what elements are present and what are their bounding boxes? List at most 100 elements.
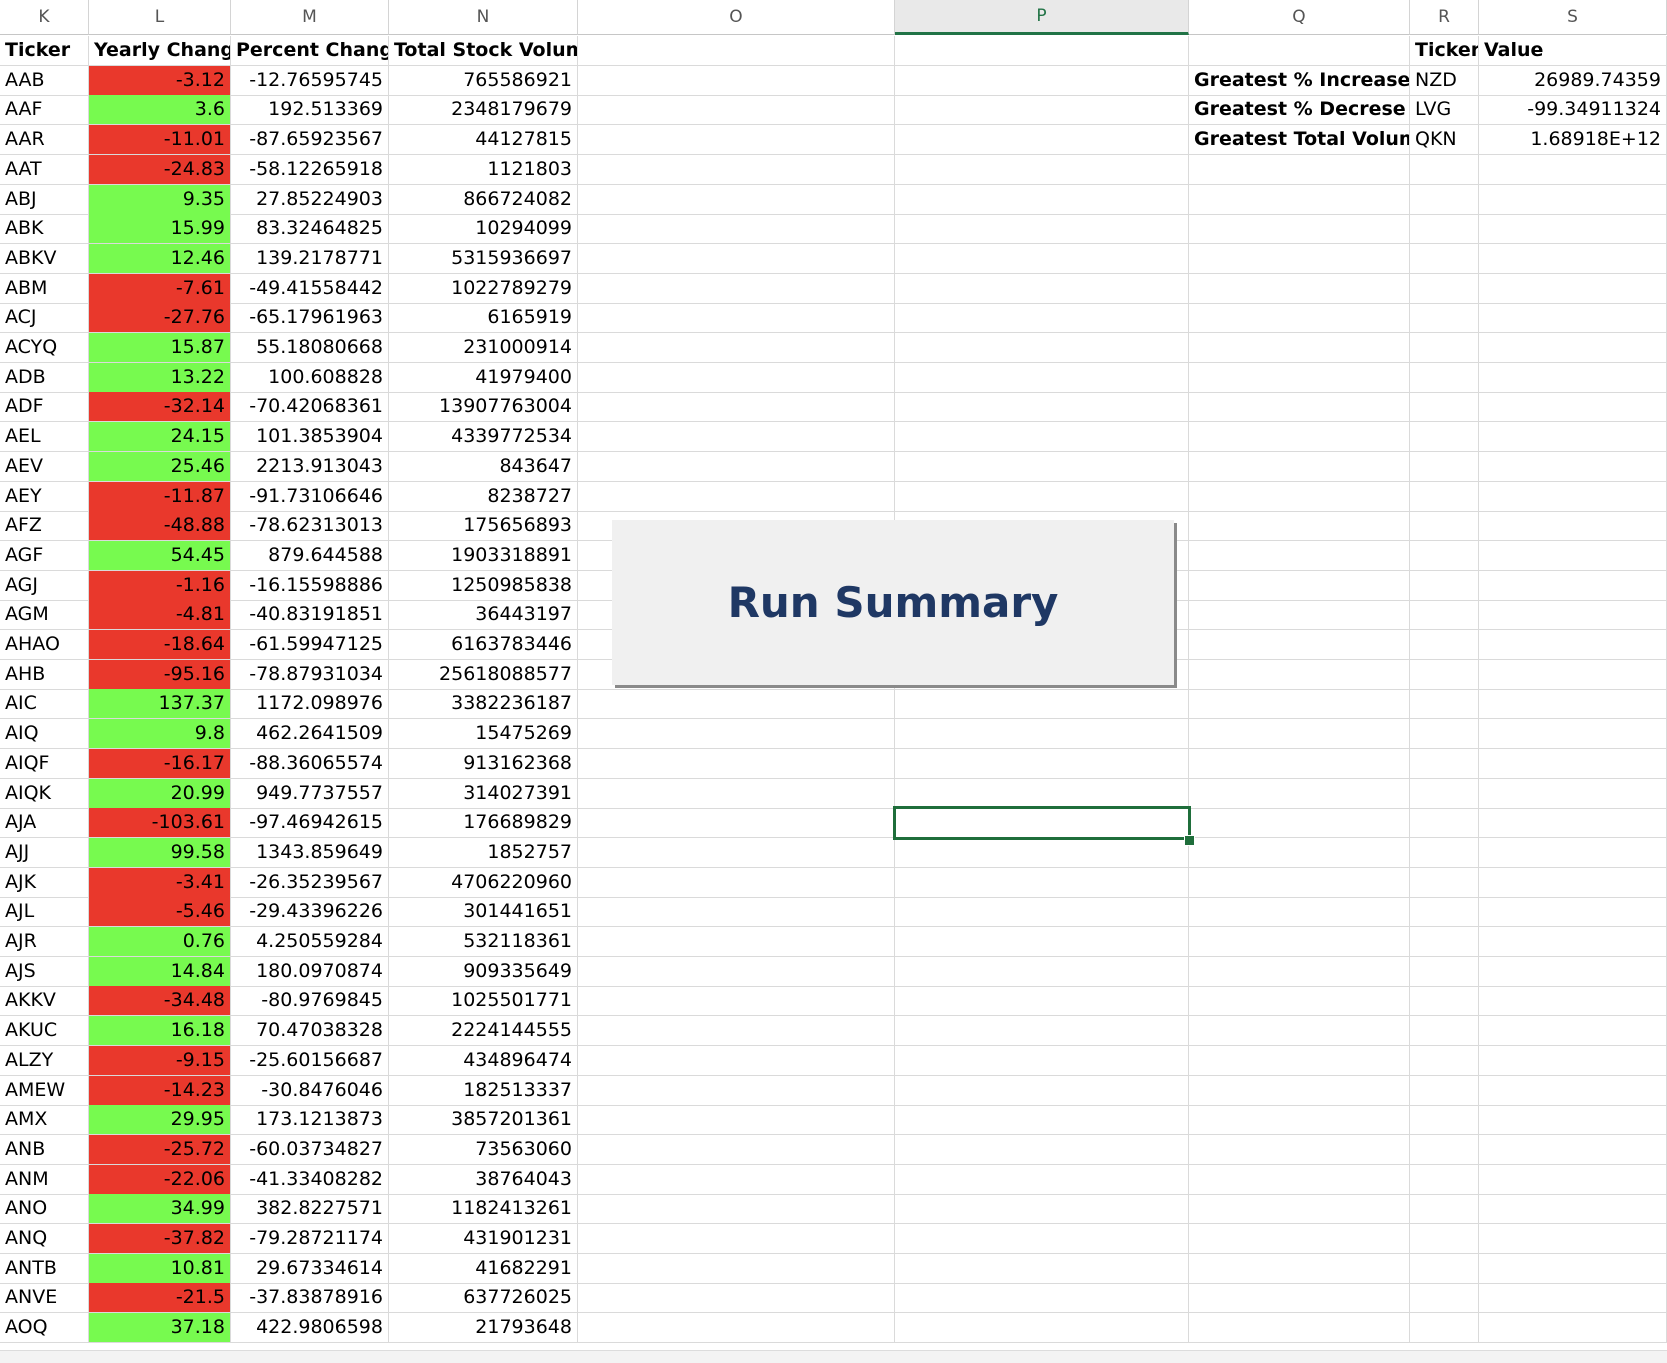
empty-cell[interactable] xyxy=(1479,1224,1667,1254)
yearly-change-cell[interactable]: -37.82 xyxy=(89,1224,231,1254)
empty-cell[interactable] xyxy=(895,243,1189,274)
column-header-l[interactable]: L xyxy=(89,0,231,35)
percent-change-cell[interactable]: -29.43396226 xyxy=(231,897,389,928)
empty-cell[interactable] xyxy=(895,95,1189,126)
empty-cell[interactable] xyxy=(895,481,1189,512)
ticker-cell[interactable]: AKKV xyxy=(0,986,89,1017)
horizontal-scrollbar[interactable] xyxy=(0,1350,1667,1363)
yearly-change-cell[interactable]: 0.76 xyxy=(89,927,231,957)
percent-change-cell[interactable]: 27.85224903 xyxy=(231,184,389,215)
empty-cell[interactable] xyxy=(895,1105,1189,1136)
yearly-change-cell[interactable]: -3.12 xyxy=(89,65,231,96)
yearly-change-cell[interactable]: -11.01 xyxy=(89,125,231,156)
empty-cell[interactable] xyxy=(1189,986,1410,1017)
empty-cell[interactable] xyxy=(895,333,1189,363)
ticker-cell[interactable]: AHB xyxy=(0,659,89,690)
header-percent-change[interactable]: Percent Change xyxy=(231,36,389,66)
percent-change-cell[interactable]: -78.62313013 xyxy=(231,511,389,542)
percent-change-cell[interactable]: 180.0970874 xyxy=(231,956,389,987)
empty-cell[interactable] xyxy=(1410,1283,1479,1314)
empty-cell[interactable] xyxy=(1189,451,1410,482)
empty-cell[interactable] xyxy=(895,65,1189,96)
ticker-cell[interactable]: AIQ xyxy=(0,719,89,750)
empty-cell[interactable] xyxy=(1479,362,1667,393)
empty-cell[interactable] xyxy=(578,1045,895,1076)
empty-cell[interactable] xyxy=(1189,897,1410,928)
empty-cell[interactable] xyxy=(895,867,1189,898)
ticker-cell[interactable]: ANM xyxy=(0,1164,89,1195)
empty-cell[interactable] xyxy=(895,303,1189,334)
empty-cell[interactable] xyxy=(895,362,1189,393)
ticker-cell[interactable]: ABJ xyxy=(0,184,89,215)
ticker-cell[interactable]: ANO xyxy=(0,1194,89,1225)
ticker-cell[interactable]: AFZ xyxy=(0,511,89,542)
ticker-cell[interactable]: AEL xyxy=(0,422,89,453)
ticker-cell[interactable]: AGJ xyxy=(0,570,89,601)
empty-cell[interactable] xyxy=(1479,837,1667,868)
ticker-cell[interactable]: AJL xyxy=(0,897,89,928)
empty-cell[interactable] xyxy=(1189,154,1410,185)
empty-cell[interactable] xyxy=(1189,600,1410,631)
empty-cell[interactable] xyxy=(1189,303,1410,334)
percent-change-cell[interactable]: -12.76595745 xyxy=(231,65,389,96)
empty-cell[interactable] xyxy=(1410,303,1479,334)
empty-cell[interactable] xyxy=(1479,1283,1667,1314)
column-header-s[interactable]: S xyxy=(1479,0,1667,35)
empty-cell[interactable] xyxy=(1189,422,1410,453)
column-header-n[interactable]: N xyxy=(389,0,578,35)
yearly-change-cell[interactable]: 24.15 xyxy=(89,422,231,453)
ticker-cell[interactable]: ANQ xyxy=(0,1224,89,1254)
yearly-change-cell[interactable]: -14.23 xyxy=(89,1075,231,1106)
total-volume-cell[interactable]: 637726025 xyxy=(389,1283,578,1314)
total-volume-cell[interactable]: 182513337 xyxy=(389,1075,578,1106)
empty-cell[interactable] xyxy=(578,986,895,1017)
empty-cell[interactable] xyxy=(1410,630,1479,660)
empty-cell[interactable] xyxy=(1479,154,1667,185)
yearly-change-cell[interactable]: -24.83 xyxy=(89,154,231,185)
percent-change-cell[interactable]: 2213.913043 xyxy=(231,451,389,482)
empty-cell[interactable] xyxy=(578,95,895,126)
empty-cell[interactable] xyxy=(1189,1075,1410,1106)
total-volume-cell[interactable]: 4706220960 xyxy=(389,867,578,898)
yearly-change-cell[interactable]: -48.88 xyxy=(89,511,231,542)
empty-cell[interactable] xyxy=(1479,630,1667,660)
percent-change-cell[interactable]: -25.60156687 xyxy=(231,1045,389,1076)
empty-cell[interactable] xyxy=(1410,362,1479,393)
ticker-cell[interactable]: AJR xyxy=(0,927,89,957)
empty-cell[interactable] xyxy=(578,1194,895,1225)
empty-cell[interactable] xyxy=(578,1283,895,1314)
ticker-cell[interactable]: ANTB xyxy=(0,1253,89,1284)
total-volume-cell[interactable]: 231000914 xyxy=(389,333,578,363)
yearly-change-cell[interactable]: 29.95 xyxy=(89,1105,231,1136)
empty-cell[interactable] xyxy=(895,422,1189,453)
empty-cell[interactable] xyxy=(1479,808,1667,839)
yearly-change-cell[interactable]: 15.87 xyxy=(89,333,231,363)
summary-label-cell[interactable]: Greatest Total Volume xyxy=(1189,125,1410,156)
ticker-cell[interactable]: ADF xyxy=(0,392,89,423)
empty-cell[interactable] xyxy=(578,481,895,512)
yearly-change-cell[interactable]: 99.58 xyxy=(89,837,231,868)
empty-cell[interactable] xyxy=(895,1134,1189,1165)
percent-change-cell[interactable]: -97.46942615 xyxy=(231,808,389,839)
empty-cell[interactable] xyxy=(1479,422,1667,453)
empty-cell[interactable] xyxy=(578,1313,895,1344)
empty-cell[interactable] xyxy=(578,36,895,66)
empty-cell[interactable] xyxy=(1479,1134,1667,1165)
yearly-change-cell[interactable]: 34.99 xyxy=(89,1194,231,1225)
ticker-cell[interactable]: AIC xyxy=(0,689,89,720)
empty-cell[interactable] xyxy=(1189,570,1410,601)
total-volume-cell[interactable]: 21793648 xyxy=(389,1313,578,1344)
yearly-change-cell[interactable]: 10.81 xyxy=(89,1253,231,1284)
empty-cell[interactable] xyxy=(1479,1164,1667,1195)
total-volume-cell[interactable]: 41979400 xyxy=(389,362,578,393)
empty-cell[interactable] xyxy=(578,1224,895,1254)
empty-cell[interactable] xyxy=(1410,1105,1479,1136)
empty-cell[interactable] xyxy=(1189,392,1410,423)
ticker-cell[interactable]: AAT xyxy=(0,154,89,185)
percent-change-cell[interactable]: -30.8476046 xyxy=(231,1075,389,1106)
empty-cell[interactable] xyxy=(1479,659,1667,690)
ticker-cell[interactable]: AAB xyxy=(0,65,89,96)
empty-cell[interactable] xyxy=(578,184,895,215)
yearly-change-cell[interactable]: 137.37 xyxy=(89,689,231,720)
ticker-cell[interactable]: AJS xyxy=(0,956,89,987)
